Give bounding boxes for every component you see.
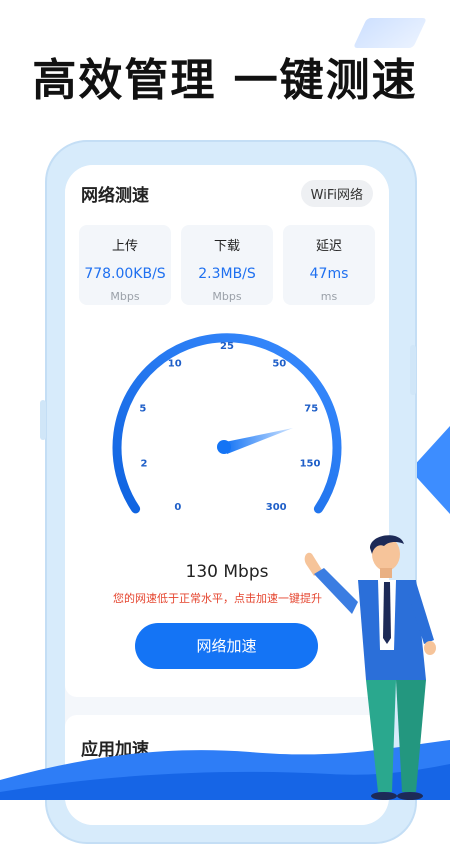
download-unit: Mbps — [212, 290, 242, 303]
gauge-needle — [225, 428, 293, 454]
gauge-arc — [112, 333, 342, 514]
gauge-tick-10: 10 — [168, 358, 182, 369]
businessman-illustration — [304, 535, 436, 800]
download-stat: 下载 2.3MB/S Mbps — [181, 225, 273, 305]
phone-side-button — [40, 400, 46, 440]
latency-value: 47ms — [309, 266, 349, 282]
card-title: 网络测速 — [81, 186, 149, 206]
gauge-tick-2: 2 — [141, 458, 148, 469]
gauge-tick-0: 0 — [174, 502, 181, 513]
upload-label: 上传 — [111, 239, 138, 254]
phone-side-button — [410, 345, 416, 395]
gauge-tick-50: 50 — [272, 358, 286, 369]
gauge-tick-25: 25 — [220, 341, 234, 352]
latency-unit: ms — [320, 290, 338, 303]
stats-row: 上传 778.00KB/S Mbps 下载 2.3MB/S Mbps 延迟 47… — [79, 225, 375, 305]
upload-stat: 上传 778.00KB/S Mbps — [79, 225, 171, 305]
download-label: 下载 — [213, 239, 240, 254]
accelerate-button[interactable]: 网络加速 — [135, 623, 318, 669]
gauge-tick-150: 150 — [300, 458, 321, 469]
download-value: 2.3MB/S — [198, 266, 256, 282]
upload-value: 778.00KB/S — [84, 266, 166, 282]
wifi-network-badge[interactable]: WiFi网络 — [300, 180, 373, 207]
gauge-tick-labels: 02510255075150300 — [139, 341, 320, 513]
speed-gauge: 02510255075150300 — [112, 333, 342, 514]
latency-label: 延迟 — [315, 239, 342, 254]
gauge-tick-300: 300 — [266, 502, 287, 513]
page-headline: 高效管理 一键测速 — [32, 55, 418, 106]
gauge-tick-75: 75 — [304, 403, 318, 414]
gauge-tick-5: 5 — [139, 403, 146, 414]
gauge-hub — [217, 440, 231, 454]
latency-stat: 延迟 47ms ms — [283, 225, 375, 305]
upload-unit: Mbps — [110, 290, 140, 303]
